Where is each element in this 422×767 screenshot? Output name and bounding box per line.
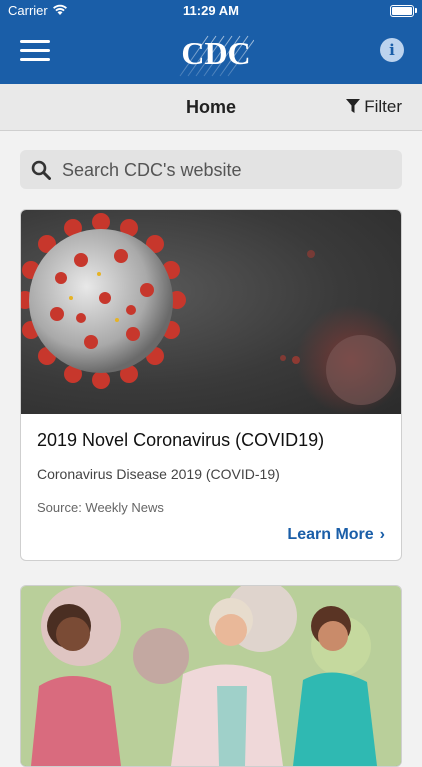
filter-label: Filter bbox=[364, 97, 402, 116]
women-walking-image bbox=[21, 586, 401, 766]
news-card-coronavirus[interactable]: 2019 Novel Coronavirus (COVID19) Coronav… bbox=[20, 209, 402, 561]
card-title[interactable]: 2019 Novel Coronavirus (COVID19) bbox=[37, 430, 324, 451]
sub-header: Home Filter bbox=[0, 84, 422, 131]
battery-tip bbox=[415, 8, 417, 13]
search-bar[interactable] bbox=[20, 150, 402, 191]
clock: 11:29 AM bbox=[183, 3, 239, 18]
info-icon[interactable]: i bbox=[380, 38, 404, 62]
card-description: Coronavirus Disease 2019 (COVID-19) bbox=[37, 466, 280, 482]
top-navigation-bar: CDC i bbox=[0, 22, 422, 84]
news-card-physical-activity[interactable] bbox=[20, 585, 402, 767]
filter-button[interactable]: Filter bbox=[346, 97, 402, 117]
search-icon bbox=[31, 160, 51, 180]
status-bar: Carrier 11:29 AM bbox=[0, 0, 422, 22]
search-input[interactable] bbox=[60, 150, 394, 191]
hamburger-menu-icon[interactable] bbox=[20, 40, 50, 64]
coronavirus-image bbox=[21, 210, 401, 414]
cdc-logo: CDC bbox=[179, 35, 254, 77]
cdc-logo-text: CDC bbox=[181, 35, 250, 71]
learn-more-link[interactable]: Learn More › bbox=[287, 526, 385, 544]
chevron-right-icon: › bbox=[379, 526, 385, 543]
battery-icon bbox=[390, 5, 414, 17]
card-source: Source: Weekly News bbox=[37, 500, 164, 515]
filter-icon bbox=[346, 99, 361, 113]
learn-more-label: Learn More bbox=[287, 526, 374, 543]
